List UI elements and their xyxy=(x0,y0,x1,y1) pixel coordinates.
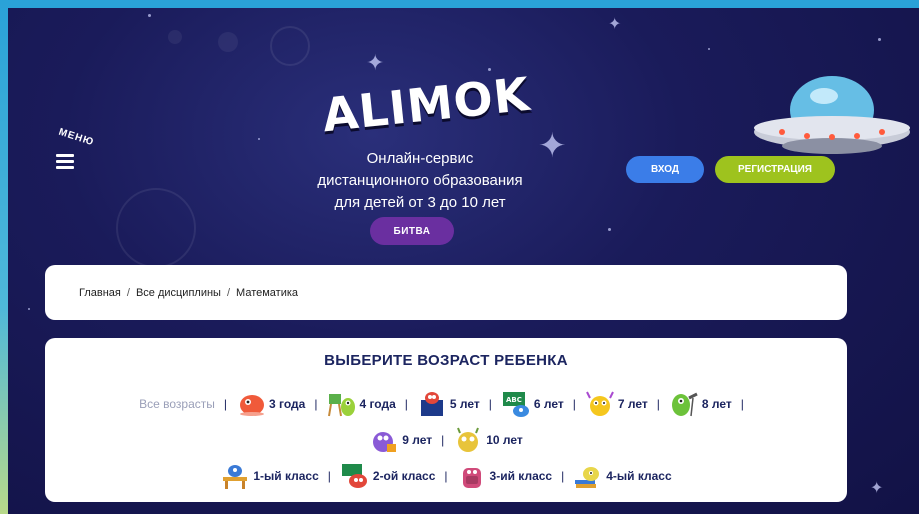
age-separator: | xyxy=(488,397,492,411)
age-label: 8 лет xyxy=(701,397,732,411)
monster-desk-icon xyxy=(223,465,248,489)
age-label: 4 года xyxy=(359,397,396,411)
star-decor xyxy=(28,308,30,310)
sparkle-icon: ✦ xyxy=(608,16,622,33)
age-filter-9[interactable]: 9 лет xyxy=(369,426,432,454)
age-filter-6[interactable]: ABC 6 лет xyxy=(501,390,564,418)
window-left-edge xyxy=(0,0,8,514)
grade-label: 3-ий класс xyxy=(489,469,553,483)
monster-red-board-icon xyxy=(420,392,443,416)
site-tagline: Онлайн-сервис дистанционного образования… xyxy=(290,148,550,214)
age-label: 3 года xyxy=(269,397,306,411)
tagline-line: Онлайн-сервис xyxy=(366,150,474,167)
breadcrumb-current: Математика xyxy=(236,286,299,299)
age-selector-panel: ВЫБЕРИТЕ ВОЗРАСТ РЕБЕНКА Все возрасты | … xyxy=(45,338,847,502)
battle-button[interactable]: БИТВА xyxy=(370,217,454,245)
menu-label: МЕНЮ xyxy=(57,126,96,149)
grade-separator: | xyxy=(444,469,448,483)
sparkle-icon: ✦ xyxy=(870,480,884,497)
breadcrumb: Главная / Все дисциплины / Математика xyxy=(45,265,847,320)
grade-label: 4-ый класс xyxy=(606,469,672,483)
tagline-line: для детей от 3 до 10 лет xyxy=(334,194,506,211)
age-label: 10 лет xyxy=(486,433,523,447)
monster-red-icon xyxy=(240,395,264,416)
monster-pink-backpack-icon xyxy=(462,468,481,488)
monster-blue-abc-icon: ABC xyxy=(502,392,529,417)
age-filter-3[interactable]: 3 года xyxy=(236,390,305,418)
breadcrumb-separator: / xyxy=(226,286,231,299)
monster-yellow-icon xyxy=(585,391,614,416)
tagline-line: дистанционного образования xyxy=(317,172,523,189)
star-decor xyxy=(708,48,710,50)
age-separator: | xyxy=(656,397,660,411)
ring-decor xyxy=(116,188,196,268)
monster-red-board-icon xyxy=(341,464,367,488)
age-label: 5 лет xyxy=(449,397,480,411)
ufo-icon xyxy=(754,76,910,154)
monster-green-telescope-icon xyxy=(671,392,698,417)
grade-filter-2[interactable]: 2-ой класс xyxy=(340,462,436,490)
monster-yellow-horned-icon xyxy=(457,427,480,452)
star-decor xyxy=(608,228,611,231)
age-filter-4[interactable]: 4 года xyxy=(326,390,396,418)
age-label: 6 лет xyxy=(533,397,564,411)
age-label: 7 лет xyxy=(617,397,648,411)
breadcrumb-separator: / xyxy=(126,286,130,299)
age-row: 9 лет | 10 лет xyxy=(45,426,847,454)
age-selector-title: ВЫБЕРИТЕ ВОЗРАСТ РЕБЕНКА xyxy=(324,352,568,369)
age-separator: | xyxy=(314,397,318,411)
age-label: 9 лет xyxy=(402,433,433,447)
menu-button[interactable]: МЕНЮ xyxy=(54,126,114,186)
planet-decor xyxy=(168,30,182,44)
star-decor xyxy=(878,38,881,41)
planet-decor xyxy=(218,32,238,52)
age-filter-7[interactable]: 7 лет xyxy=(585,390,648,418)
monster-purple-icon xyxy=(373,432,397,452)
age-filter-5[interactable]: 5 лет xyxy=(417,390,480,418)
age-filter-all[interactable]: Все возрасты xyxy=(139,397,215,411)
age-separator: | xyxy=(223,397,227,411)
hamburger-icon xyxy=(56,154,74,172)
age-separator: | xyxy=(740,397,744,411)
star-decor xyxy=(148,14,151,17)
grade-separator: | xyxy=(327,469,331,483)
grade-label: 2-ой класс xyxy=(372,469,436,483)
age-filter-8[interactable]: 8 лет xyxy=(669,390,732,418)
age-separator: | xyxy=(441,433,445,447)
grade-filter-4[interactable]: 4-ый класс xyxy=(573,462,672,490)
grade-filter-1[interactable]: 1-ый класс xyxy=(220,462,319,490)
monster-green-easel-icon xyxy=(328,394,356,417)
sparkle-icon: ✦ xyxy=(366,50,385,75)
age-filter-10[interactable]: 10 лет xyxy=(453,426,523,454)
grade-filter-3[interactable]: 3-ий класс xyxy=(457,462,553,490)
age-separator: | xyxy=(404,397,408,411)
age-row: Все возрасты | 3 года | 4 года | 5 лет |… xyxy=(45,390,847,418)
grade-row: 1-ый класс | 2-ой класс | 3-ий класс | 4… xyxy=(45,462,847,490)
ring-decor xyxy=(270,26,310,66)
star-decor xyxy=(258,138,260,140)
grade-label: 1-ый класс xyxy=(253,469,319,483)
breadcrumb-disciplines[interactable]: Все дисциплины xyxy=(136,287,221,299)
monster-books-icon xyxy=(575,467,600,488)
age-separator: | xyxy=(572,397,576,411)
grade-separator: | xyxy=(561,469,565,483)
login-button[interactable]: ВХОД xyxy=(626,156,704,183)
svg-text:ABC: ABC xyxy=(506,396,522,404)
breadcrumb-home[interactable]: Главная xyxy=(79,287,121,299)
